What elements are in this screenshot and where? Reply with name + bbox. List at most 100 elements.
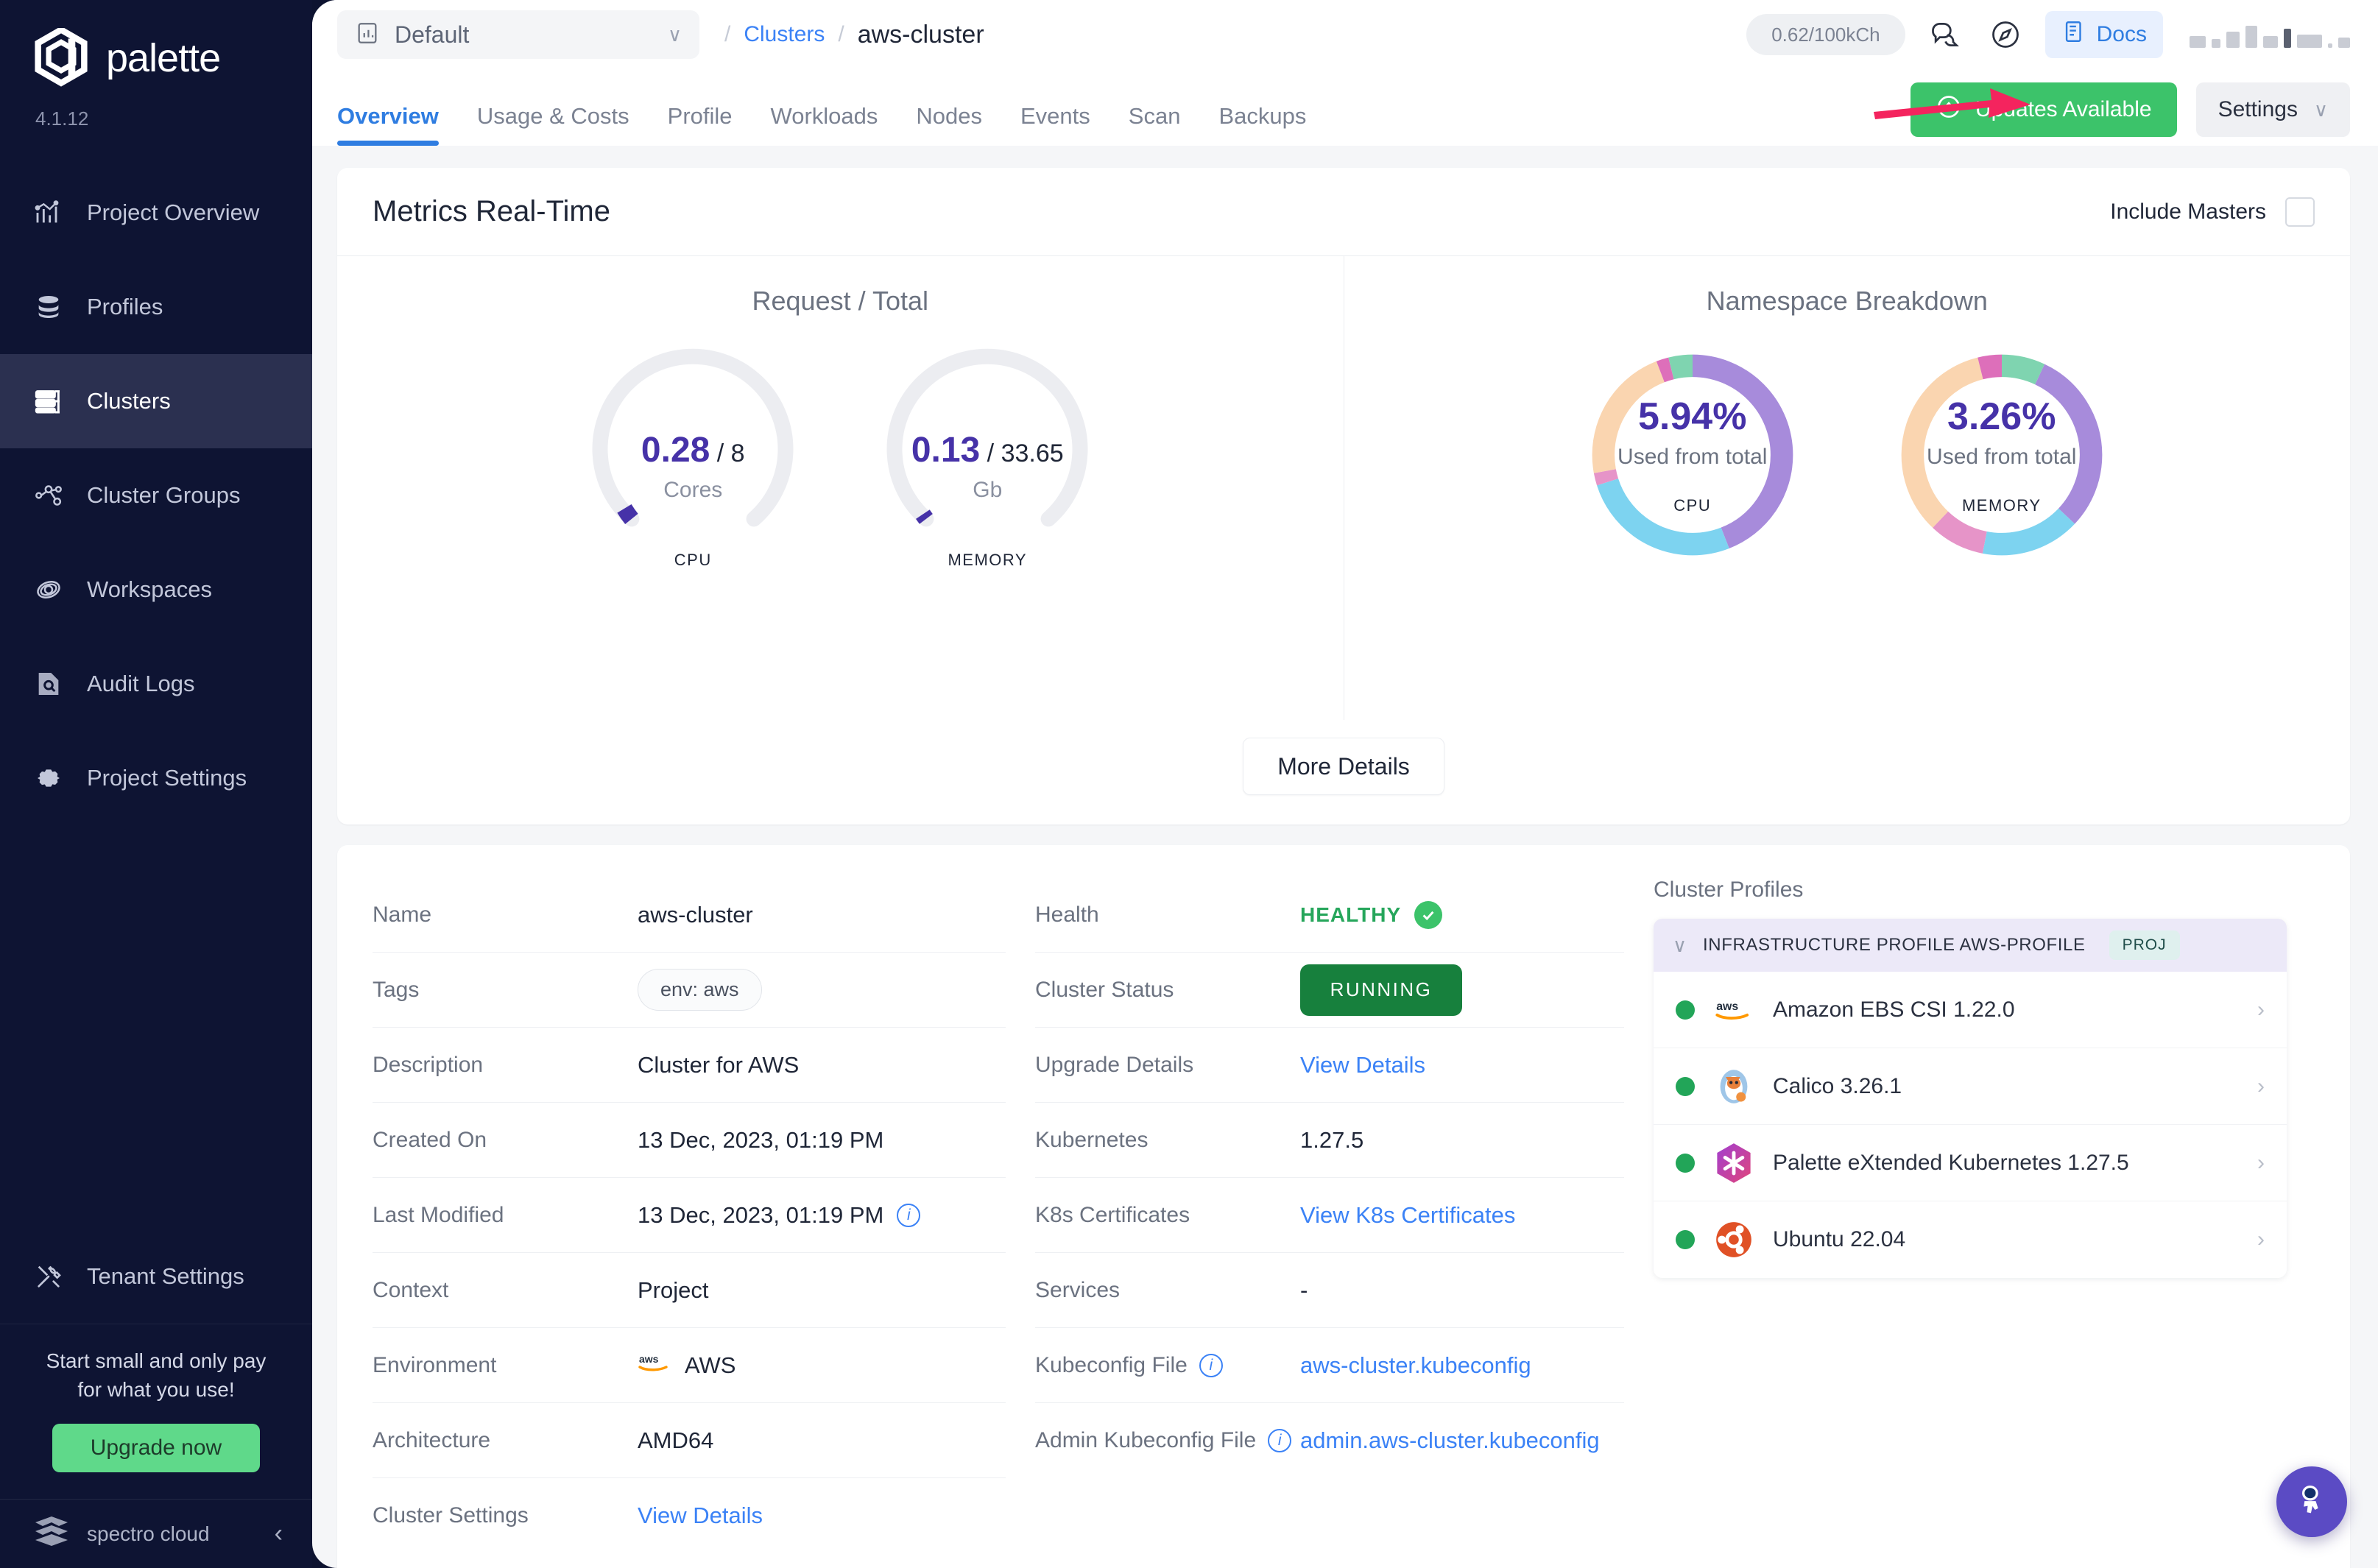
top-bar: Default ∨ / Clusters / aws-cluster 0.62/… bbox=[312, 0, 2378, 69]
metrics-header: Metrics Real-Time Include Masters bbox=[337, 168, 2350, 256]
docs-button[interactable]: Docs bbox=[2044, 11, 2163, 58]
cluster-profiles-box: ∨ INFRASTRUCTURE PROFILE AWS-PROFILE PRO… bbox=[1654, 919, 2287, 1278]
gauge-cpu-label: CPU bbox=[674, 551, 712, 569]
chat-bubbles-icon[interactable] bbox=[1924, 14, 1966, 55]
chart-icon bbox=[355, 21, 380, 49]
profile-scope-badge: PROJ bbox=[2109, 930, 2180, 960]
upgrade-details-link[interactable]: View Details bbox=[1300, 1052, 1425, 1078]
profile-layer-row-calico[interactable]: Calico 3.26.1 › bbox=[1654, 1048, 2287, 1125]
compass-icon[interactable] bbox=[1985, 14, 2026, 55]
chevron-right-icon: › bbox=[2257, 1150, 2265, 1175]
detail-key: Cluster Settings bbox=[373, 1503, 529, 1528]
settings-button[interactable]: Settings ∨ bbox=[2195, 82, 2350, 137]
sidebar-item-cluster-groups[interactable]: Cluster Groups bbox=[0, 448, 312, 543]
profile-layer-row-pxk[interactable]: Palette eXtended Kubernetes 1.27.5 › bbox=[1654, 1125, 2287, 1201]
detail-value-text: 13 Dec, 2023, 01:19 PM bbox=[638, 1201, 884, 1228]
tab-profile[interactable]: Profile bbox=[649, 103, 752, 146]
detail-key: Created On bbox=[373, 1127, 487, 1152]
cluster-status-badge: RUNNING bbox=[1300, 964, 1462, 1016]
cluster-profiles-panel: Cluster Profiles ∨ INFRASTRUCTURE PROFIL… bbox=[1654, 877, 2287, 1568]
view-k8s-certificates-link[interactable]: View K8s Certificates bbox=[1300, 1202, 1515, 1229]
detail-value: 1.27.5 bbox=[1300, 1126, 1364, 1153]
chevron-right-icon: › bbox=[2257, 997, 2265, 1022]
sidebar-item-label: Workspaces bbox=[87, 576, 212, 602]
cluster-settings-view-details-link[interactable]: View Details bbox=[638, 1502, 763, 1529]
usage-badge: 0.62/100kCh bbox=[1746, 14, 1905, 55]
tab-events[interactable]: Events bbox=[1001, 103, 1109, 146]
gauge-memory-label: MEMORY bbox=[948, 551, 1028, 569]
sidebar-footer: spectro cloud ‹ bbox=[0, 1499, 312, 1568]
detail-key: Kubeconfig File i bbox=[1035, 1353, 1300, 1378]
tab-nodes[interactable]: Nodes bbox=[897, 103, 1001, 146]
detail-value: HEALTHY bbox=[1300, 900, 1443, 929]
tabs: Overview Usage & Costs Profile Workloads… bbox=[337, 103, 1325, 146]
upgrade-now-button[interactable]: Upgrade now bbox=[52, 1424, 260, 1472]
info-icon[interactable]: i bbox=[1268, 1429, 1292, 1452]
donut-cpu-center: 5.94% Used from total CPU bbox=[1575, 337, 1810, 573]
docs-label: Docs bbox=[2096, 22, 2147, 46]
spectro-cloud-logo-icon bbox=[32, 1515, 71, 1553]
admin-kubeconfig-file-link[interactable]: admin.aws-cluster.kubeconfig bbox=[1300, 1427, 1600, 1454]
tab-backups[interactable]: Backups bbox=[1199, 103, 1325, 146]
profile-group-header[interactable]: ∨ INFRASTRUCTURE PROFILE AWS-PROFILE PRO… bbox=[1654, 919, 2287, 972]
tab-workloads[interactable]: Workloads bbox=[752, 103, 897, 146]
include-masters-control[interactable]: Include Masters bbox=[2110, 197, 2315, 227]
document-search-icon bbox=[32, 668, 65, 700]
profile-layer-row-ubuntu[interactable]: Ubuntu 22.04 › bbox=[1654, 1201, 2287, 1278]
status-dot-icon bbox=[1676, 1230, 1695, 1249]
detail-row-kubeconfig-file: Kubeconfig File i aws-cluster.kubeconfig bbox=[1035, 1328, 1624, 1403]
book-icon bbox=[2061, 19, 2086, 50]
donut-memory: 3.26% Used from total MEMORY bbox=[1884, 337, 2120, 573]
aws-icon: aws bbox=[1714, 990, 1754, 1030]
detail-key: Context bbox=[373, 1277, 449, 1302]
sidebar-item-label: Clusters bbox=[87, 388, 171, 414]
profile-layer-label: Calico 3.26.1 bbox=[1773, 1073, 1902, 1098]
detail-value: Project bbox=[638, 1276, 709, 1303]
aws-icon: aws bbox=[638, 1352, 671, 1380]
sidebar: palette 4.1.12 Project Overview Profiles… bbox=[0, 0, 312, 1568]
breadcrumb-sep: / bbox=[724, 22, 731, 46]
request-total-panel: Request / Total 0.28 / 8 Cores CPU 0.13 … bbox=[337, 256, 1344, 720]
tab-usage-costs[interactable]: Usage & Costs bbox=[458, 103, 649, 146]
sidebar-item-project-settings[interactable]: Project Settings bbox=[0, 731, 312, 825]
tab-bar: Overview Usage & Costs Profile Workloads… bbox=[312, 69, 2378, 146]
include-masters-checkbox[interactable] bbox=[2285, 197, 2315, 227]
tag-chip: env: aws bbox=[638, 969, 762, 1011]
sidebar-item-audit-logs[interactable]: Audit Logs bbox=[0, 637, 312, 731]
tab-overview[interactable]: Overview bbox=[337, 103, 458, 146]
sidebar-item-project-overview[interactable]: Project Overview bbox=[0, 166, 312, 260]
profile-layer-row-ebs-csi[interactable]: aws Amazon EBS CSI 1.22.0 › bbox=[1654, 972, 2287, 1048]
breadcrumb-clusters-link[interactable]: Clusters bbox=[744, 22, 825, 47]
chevron-left-icon[interactable]: ‹ bbox=[275, 1519, 283, 1548]
detail-row-context: Context Project bbox=[373, 1253, 1006, 1328]
sidebar-item-clusters[interactable]: Clusters bbox=[0, 354, 312, 448]
tab-scan[interactable]: Scan bbox=[1109, 103, 1200, 146]
sidebar-item-profiles[interactable]: Profiles bbox=[0, 260, 312, 354]
sidebar-item-workspaces[interactable]: Workspaces bbox=[0, 543, 312, 637]
support-fab-button[interactable] bbox=[2276, 1466, 2347, 1537]
detail-value: env: aws bbox=[638, 969, 762, 1011]
status-dot-icon bbox=[1676, 1000, 1695, 1020]
ubuntu-icon bbox=[1714, 1220, 1754, 1260]
detail-key: Last Modified bbox=[373, 1202, 504, 1227]
detail-key: Tags bbox=[373, 977, 420, 1002]
detail-key: Architecture bbox=[373, 1427, 491, 1452]
server-rack-icon bbox=[32, 385, 65, 417]
detail-key-text: Kubeconfig File bbox=[1035, 1352, 1188, 1377]
donut-cpu: 5.94% Used from total CPU bbox=[1575, 337, 1810, 573]
sidebar-item-tenant-settings[interactable]: Tenant Settings bbox=[0, 1229, 312, 1324]
info-icon[interactable]: i bbox=[897, 1203, 921, 1227]
sidebar-item-label: Project Overview bbox=[87, 199, 260, 225]
donut-memory-center: 3.26% Used from total MEMORY bbox=[1884, 337, 2120, 573]
project-selector[interactable]: Default ∨ bbox=[337, 10, 699, 59]
status-dot-icon bbox=[1676, 1153, 1695, 1173]
detail-row-admin-kubeconfig-file: Admin Kubeconfig File i admin.aws-cluste… bbox=[1035, 1403, 1624, 1478]
info-icon[interactable]: i bbox=[1199, 1353, 1223, 1377]
metrics-card: Metrics Real-Time Include Masters Reques… bbox=[337, 168, 2350, 824]
check-icon bbox=[1414, 900, 1443, 929]
user-menu-blurred[interactable] bbox=[2190, 21, 2350, 48]
kubeconfig-file-link[interactable]: aws-cluster.kubeconfig bbox=[1300, 1352, 1531, 1379]
donut-cpu-label: CPU bbox=[1673, 496, 1712, 515]
more-details-button[interactable]: More Details bbox=[1243, 738, 1444, 795]
project-selector-value: Default bbox=[395, 21, 470, 48]
